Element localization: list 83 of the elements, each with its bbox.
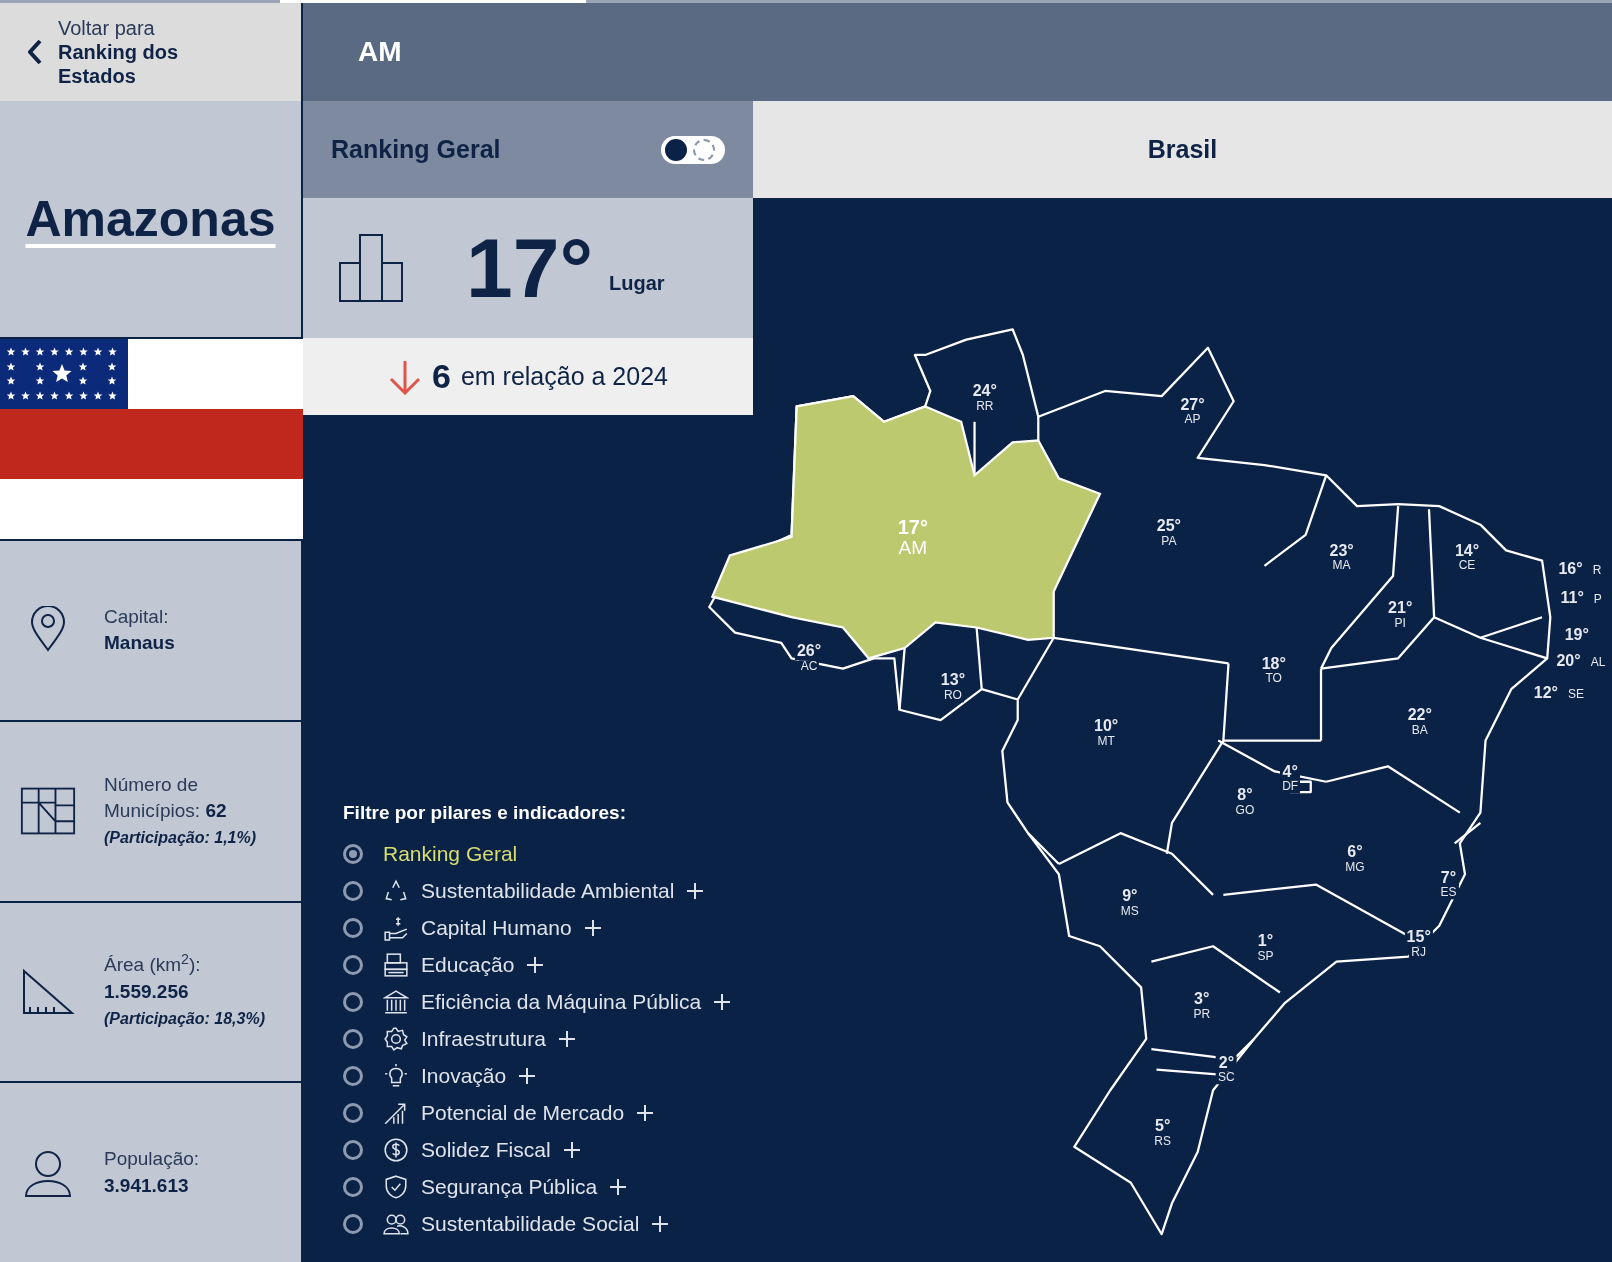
plus-icon[interactable] — [713, 992, 732, 1011]
filter-option[interactable]: Ranking Geral — [383, 837, 518, 870]
filter-option[interactable]: Solidez Fiscal — [421, 1133, 551, 1166]
state-code: PI — [1392, 617, 1408, 630]
info-value: Manaus — [104, 631, 175, 656]
radio-button[interactable] — [343, 954, 363, 975]
state-code: R — [1590, 563, 1604, 577]
info-value: 3.941.613 — [104, 1173, 190, 1198]
state-code-title: AM — [303, 3, 1612, 101]
radio-button[interactable] — [343, 991, 363, 1012]
state-rank: 4° — [1280, 763, 1301, 781]
dollar-coin-icon — [383, 1136, 409, 1163]
plus-icon[interactable] — [583, 918, 602, 937]
state-rank: 17° — [896, 516, 929, 538]
info-label: População: — [104, 1147, 200, 1172]
state-rank: 26° — [794, 643, 824, 661]
change-amount: 6 — [432, 356, 451, 397]
radio-button[interactable] — [343, 1028, 363, 1049]
state-code: BA — [1409, 724, 1430, 737]
highlighted-state[interactable] — [710, 394, 1102, 660]
state-code: AL — [1588, 656, 1608, 669]
scope-tab[interactable]: Brasil — [753, 101, 1612, 198]
plus-icon[interactable] — [609, 1177, 628, 1196]
filter-option[interactable]: Segurança Pública — [421, 1170, 598, 1203]
filter-option[interactable]: Potencial de Mercado — [421, 1096, 625, 1129]
info-label: Capital: — [104, 604, 170, 629]
info-label: Número de Municípios: 62 — [104, 772, 228, 824]
plus-icon[interactable] — [636, 1103, 655, 1122]
state-code: AM — [897, 537, 929, 558]
plus-icon[interactable] — [686, 881, 705, 900]
state-code: SP — [1255, 950, 1276, 963]
state-code: P — [1591, 592, 1604, 605]
info-note: (Participação: 18,3%) — [104, 1008, 265, 1029]
state-rank: 2° — [1216, 1055, 1237, 1072]
filter-option[interactable]: Sustentabilidade Ambiental — [421, 874, 675, 907]
building-icon — [383, 951, 409, 978]
state-code: GO — [1233, 804, 1257, 817]
radio-button[interactable] — [343, 1213, 363, 1234]
radio-button[interactable] — [343, 843, 363, 864]
toggle-switch[interactable] — [661, 135, 725, 164]
info-value: 1.559.256 — [104, 980, 190, 1005]
filter-option[interactable]: Capital Humano — [421, 911, 572, 944]
plus-icon[interactable] — [518, 1066, 537, 1085]
plus-icon[interactable] — [651, 1214, 670, 1233]
state-code: MS — [1118, 905, 1141, 918]
plus-icon[interactable] — [562, 1140, 581, 1159]
radio-button[interactable] — [343, 1139, 363, 1160]
shield-check-icon — [383, 1173, 409, 1200]
plus-icon[interactable] — [526, 955, 545, 974]
bar-chart-icon — [338, 233, 404, 303]
bank-icon — [383, 988, 409, 1015]
radio-button[interactable] — [343, 880, 363, 901]
info-note: (Participação: 1,1%) — [104, 827, 258, 848]
state-code: RO — [941, 689, 964, 702]
filter-option[interactable]: Eficiência da Máquina Pública — [421, 985, 702, 1018]
state-name: Amazonas — [25, 190, 276, 249]
chevron-left-icon — [28, 39, 42, 65]
state-code: ES — [1438, 886, 1459, 900]
light-bulb-icon — [383, 1062, 409, 1089]
change-text: em relação a 2024 — [460, 360, 668, 392]
state-rank: 15° — [1404, 929, 1433, 947]
state-code: SE — [1566, 687, 1586, 701]
state-code: DF — [1280, 780, 1301, 794]
plus-icon[interactable] — [557, 1029, 576, 1048]
filter-option[interactable]: Infraestrutura — [421, 1022, 546, 1055]
filter-option[interactable]: Sustentabilidade Social — [421, 1207, 640, 1240]
filter-title: Filtre por pilares e indicadores: — [343, 800, 626, 825]
filter-option[interactable]: Educação — [421, 948, 515, 981]
state-code: RR — [974, 400, 996, 413]
radio-button[interactable] — [343, 1176, 363, 1197]
radio-button[interactable] — [343, 1102, 363, 1123]
state-code: RJ — [1409, 946, 1429, 959]
rank-label: Lugar — [609, 271, 665, 296]
state-code: SC — [1216, 1071, 1237, 1085]
rank-position: 17° — [466, 226, 594, 310]
state-code: PR — [1191, 1008, 1213, 1021]
ranking-title: Ranking Geral — [331, 133, 501, 165]
state-rank: 7° — [1438, 869, 1459, 887]
radio-button[interactable] — [343, 1065, 363, 1086]
radio-button[interactable] — [343, 917, 363, 938]
filter-option[interactable]: Inovação — [421, 1059, 507, 1092]
info-label: Área (km$^{2}$): — [104, 952, 202, 978]
gear-icon — [383, 1025, 409, 1052]
